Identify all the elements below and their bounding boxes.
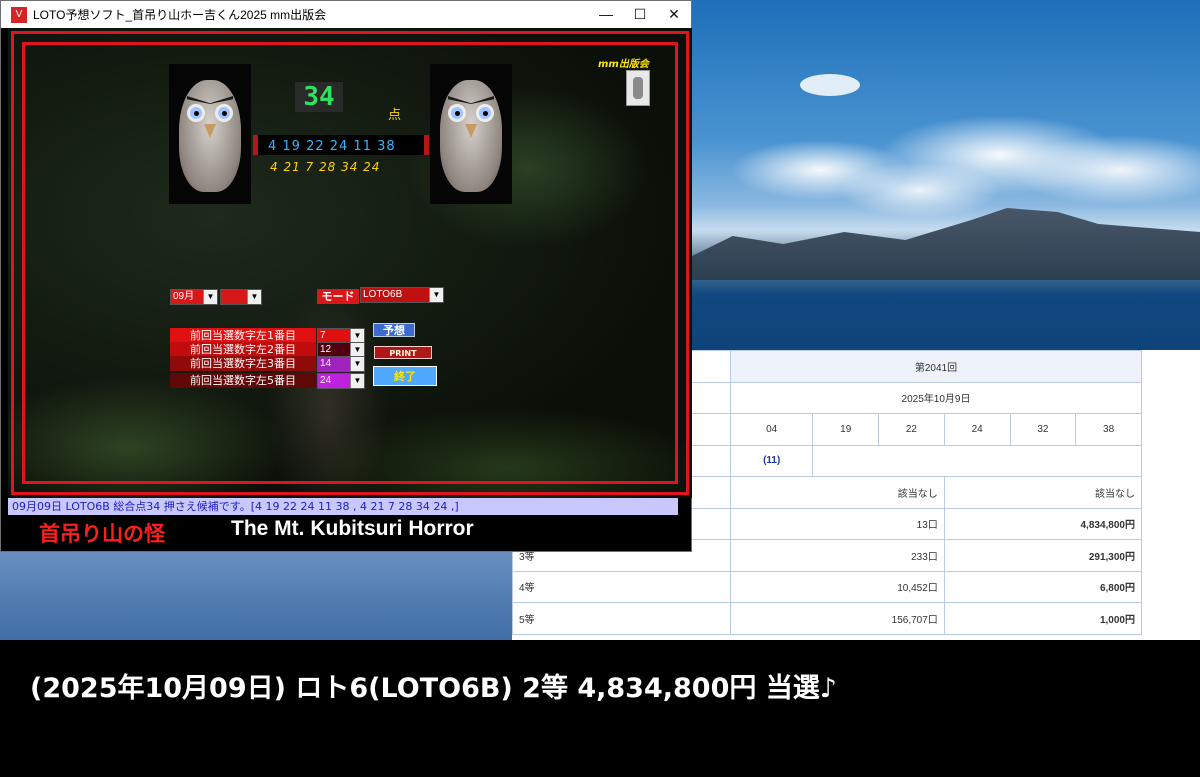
- window-title: LOTO予想ソフト_首吊り山ホー吉くん2025 mm出版会: [33, 8, 327, 22]
- app-window: V LOTO予想ソフト_首吊り山ホー吉くん2025 mm出版会 — ☐ ✕ 34: [0, 0, 692, 552]
- minimize-button[interactable]: —: [589, 1, 623, 28]
- chevron-down-icon[interactable]: ▼: [350, 357, 364, 371]
- main-number: 38: [1075, 413, 1142, 446]
- main-number: 19: [812, 413, 880, 446]
- prize-amount: 該当なし: [943, 476, 1143, 509]
- prev-number-label-2: 前回当選数字左2番目: [170, 342, 316, 357]
- prize-amount: 4,834,800円: [943, 507, 1143, 540]
- score-unit: 点: [388, 108, 402, 123]
- predicted-numbers-main: 4 19 22 24 11 38: [268, 139, 396, 154]
- publisher-logo-text: mm出版会: [598, 59, 649, 70]
- clouds: [700, 110, 1200, 220]
- app-canvas: 34 点 4 19 22 24 11 38 4 21 7 28 34 24 mm…: [8, 28, 692, 498]
- exit-button[interactable]: 終了: [373, 366, 437, 386]
- publisher-logo-icon[interactable]: [626, 70, 650, 106]
- chevron-down-icon[interactable]: ▼: [350, 374, 364, 388]
- chevron-down-icon[interactable]: ▼: [247, 290, 261, 304]
- cloud: [800, 74, 860, 96]
- chevron-down-icon[interactable]: ▼: [350, 343, 364, 357]
- prize-winners: 13口: [730, 507, 945, 540]
- bonus-number: (11): [729, 444, 814, 477]
- title-bar[interactable]: V LOTO予想ソフト_首吊り山ホー吉くん2025 mm出版会 — ☐ ✕: [1, 1, 691, 28]
- prev-number-label-5: 前回当選数字左5番目: [170, 373, 316, 388]
- day-select[interactable]: ▼: [220, 289, 262, 305]
- month-select[interactable]: 09月 ▼: [170, 289, 218, 305]
- score-display: 34: [295, 82, 343, 112]
- prev-number-select-3[interactable]: 14 ▼: [317, 356, 365, 372]
- prev-number-label-3: 前回当選数字左3番目: [170, 356, 316, 371]
- main-number: 32: [1009, 413, 1077, 446]
- app-title-english: The Mt. Kubitsuri Horror: [231, 517, 474, 540]
- prize-winners: 該当なし: [730, 476, 945, 509]
- prize-amount: 1,000円: [943, 602, 1143, 635]
- app-icon: V: [11, 6, 27, 23]
- prize-rank: 5等: [512, 602, 731, 635]
- main-number: 24: [943, 413, 1011, 446]
- predicted-numbers-alt: 4 21 7 28 34 24: [270, 160, 381, 174]
- app-title-japanese: 首吊り山の怪: [39, 522, 165, 546]
- mode-select[interactable]: LOTO6B ▼: [360, 287, 444, 303]
- owl-left-image: [169, 64, 251, 204]
- prize-winners: 156,707口: [730, 602, 945, 635]
- window-controls: — ☐ ✕: [589, 1, 691, 28]
- prize-winners: 10,452口: [730, 570, 945, 603]
- chevron-down-icon[interactable]: ▼: [429, 288, 443, 302]
- owl-right-image: [430, 64, 512, 204]
- prize-row: 5等 156,707口 1,000円: [512, 602, 1143, 635]
- status-bar: 09月09日 LOTO6B 総合点34 押さえ候補です。[4 19 22 24 …: [8, 498, 678, 515]
- chevron-down-icon[interactable]: ▼: [203, 290, 217, 304]
- prev-number-select-5[interactable]: 24 ▼: [317, 373, 365, 389]
- print-button[interactable]: PRINT: [374, 346, 432, 359]
- predict-button[interactable]: 予想: [373, 323, 415, 337]
- mode-label: モード: [317, 289, 359, 304]
- draw-date: 2025年10月9日: [730, 381, 1142, 414]
- background-lower-left: [0, 550, 512, 640]
- prize-rank: 4等: [512, 570, 731, 603]
- round-header: 第2041回: [730, 350, 1142, 383]
- caption-banner: [0, 640, 1200, 777]
- chevron-down-icon[interactable]: ▼: [350, 329, 364, 343]
- main-number: 04: [729, 413, 814, 446]
- prize-amount: 6,800円: [943, 570, 1143, 603]
- inner-frame: [22, 42, 678, 484]
- maximize-button[interactable]: ☐: [623, 1, 657, 28]
- main-number: 22: [878, 413, 945, 446]
- win-announcement: (2025年10月09日) ロト6(LOTO6B) 2等 4,834,800円 …: [30, 673, 838, 704]
- prize-row: 4等 10,452口 6,800円: [512, 570, 1143, 603]
- prize-amount: 291,300円: [943, 539, 1143, 572]
- close-button[interactable]: ✕: [657, 1, 691, 28]
- prev-number-label-1: 前回当選数字左1番目: [170, 328, 316, 343]
- prize-winners: 233口: [730, 539, 945, 572]
